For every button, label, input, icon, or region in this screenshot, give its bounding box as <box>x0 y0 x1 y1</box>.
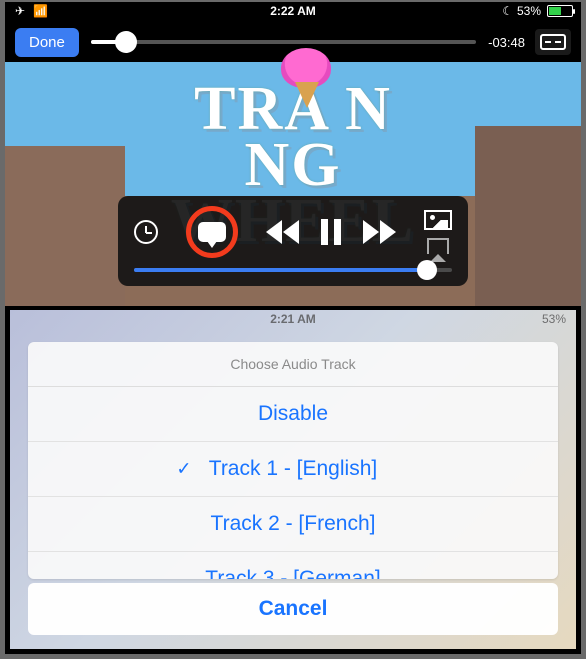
volume-fill <box>134 268 427 272</box>
battery-percent: 53% <box>517 4 541 18</box>
decorative-building <box>475 126 581 306</box>
volume-thumb[interactable] <box>417 260 437 280</box>
airplay-button[interactable] <box>427 238 449 254</box>
scrubber-thumb[interactable] <box>115 31 137 53</box>
audio-option-track3[interactable]: Track 3 - [German] <box>28 552 558 579</box>
scrubber-track[interactable] <box>91 40 476 44</box>
rewind-button[interactable] <box>266 220 299 244</box>
subtitles-button[interactable] <box>535 29 571 55</box>
checkmark-icon: ✓ <box>176 459 191 480</box>
video-content: TRA N NG WHEEL <box>5 62 581 306</box>
rewind-icon <box>266 220 282 244</box>
airplay-icon <box>427 238 449 254</box>
audio-track-button[interactable] <box>198 222 226 242</box>
aspect-ratio-button[interactable] <box>424 210 452 230</box>
forward-icon <box>380 220 396 244</box>
status-bar-top: ✈ 📶 2:22 AM ☾ 53% <box>5 2 581 22</box>
audio-track-sheet: Choose Audio Track Disable ✓ Track 1 - [… <box>28 342 558 579</box>
pause-icon <box>334 219 341 245</box>
decorative-building <box>5 146 125 306</box>
pause-button[interactable] <box>321 219 341 245</box>
sheet-battery-percent: 53% <box>542 312 566 326</box>
sheet-title: Choose Audio Track <box>28 342 558 387</box>
video-title-line1: TRA N NG <box>149 82 437 194</box>
audio-option-label: Track 1 - [English] <box>209 457 377 480</box>
cancel-button[interactable]: Cancel <box>28 583 558 635</box>
done-button[interactable]: Done <box>15 28 79 57</box>
status-time: 2:22 AM <box>270 4 316 18</box>
forward-button[interactable] <box>363 220 396 244</box>
speech-bubble-icon <box>198 222 226 242</box>
audio-option-track2[interactable]: Track 2 - [French] <box>28 497 558 552</box>
action-sheet-panel: 2:21 AM 53% Choose Audio Track Disable ✓… <box>10 310 576 649</box>
volume-slider[interactable] <box>134 268 452 272</box>
audio-option-track1[interactable]: ✓ Track 1 - [English] <box>28 442 558 497</box>
audio-option-label: Track 2 - [French] <box>211 512 376 535</box>
airplane-mode-icon: ✈ <box>15 4 25 18</box>
wifi-icon: 📶 <box>33 4 48 18</box>
do-not-disturb-icon: ☾ <box>502 4 513 18</box>
forward-icon <box>363 220 379 244</box>
time-remaining-label: -03:48 <box>488 35 525 50</box>
rewind-icon <box>283 220 299 244</box>
audio-track-button-highlight <box>186 206 238 258</box>
audio-option-label: Disable <box>258 402 328 425</box>
clock-icon <box>134 220 158 244</box>
ice-cream-icon <box>281 48 331 88</box>
pause-icon <box>321 219 328 245</box>
sheet-status-time: 2:21 AM <box>270 312 316 326</box>
picture-icon <box>424 210 452 230</box>
audio-option-label: Track 3 - [German] <box>205 567 380 579</box>
audio-option-disable[interactable]: Disable <box>28 387 558 442</box>
playback-speed-button[interactable] <box>134 220 158 244</box>
status-bar-sheet: 2:21 AM 53% <box>10 310 576 330</box>
video-player-panel: ✈ 📶 2:22 AM ☾ 53% Done -03:48 <box>5 2 581 306</box>
playback-controls-popup <box>118 196 468 286</box>
battery-icon <box>547 5 573 17</box>
subtitles-icon <box>540 34 566 50</box>
